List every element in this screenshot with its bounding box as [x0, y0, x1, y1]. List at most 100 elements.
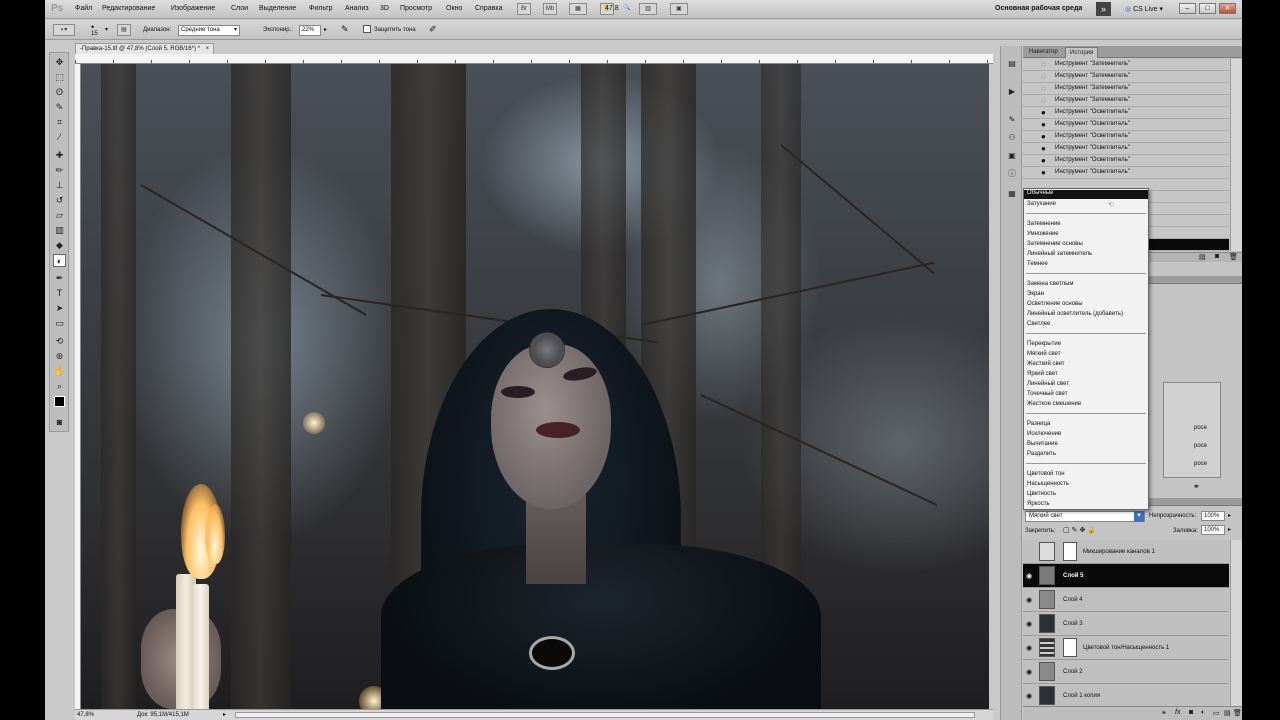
blur-tool-icon[interactable]: ◆: [53, 239, 66, 252]
document-close-icon[interactable]: ×: [206, 46, 210, 52]
menu-3d[interactable]: 3D: [380, 5, 389, 12]
menu-layers[interactable]: Слои: [231, 5, 248, 12]
new-layer-icon[interactable]: ▤: [1224, 709, 1231, 717]
menu-view[interactable]: Просмотр: [400, 5, 432, 12]
blend-mode-select[interactable]: Мягкий свет ▾: [1025, 511, 1145, 522]
blend-option[interactable]: Темнее: [1027, 261, 1048, 267]
history-step[interactable]: ● Инструмент "Осветлитель": [1023, 119, 1229, 131]
brush-dropdown-icon[interactable]: ▾: [105, 26, 108, 33]
blend-option[interactable]: Жесткое смешение: [1027, 401, 1081, 407]
opacity-input[interactable]: 100%: [1201, 511, 1225, 521]
blend-option[interactable]: Яркость: [1027, 501, 1050, 507]
extras-icon[interactable]: ▦: [569, 3, 587, 15]
blend-option[interactable]: Разница: [1027, 421, 1050, 427]
bridge-icon[interactable]: Br: [517, 3, 531, 15]
zoom-icon[interactable]: 🔍: [620, 3, 634, 15]
history-brush-tool-icon[interactable]: ↺: [53, 194, 66, 207]
menu-filter[interactable]: Фильтр: [309, 5, 333, 12]
blend-option[interactable]: Мягкий свет: [1027, 351, 1060, 357]
gradient-tool-icon[interactable]: ▥: [53, 224, 66, 237]
eye-icon[interactable]: ◉: [1026, 572, 1032, 580]
dodge-tool-icon[interactable]: ◐: [53, 254, 66, 267]
blend-option[interactable]: Линейный свет: [1027, 381, 1069, 387]
quick-mask-icon[interactable]: ◙: [53, 416, 66, 429]
adjustments-preset-list[interactable]: росе росе росе: [1163, 382, 1221, 478]
history-step[interactable]: ◌ Инструмент "Затемнитель": [1023, 71, 1229, 83]
fill-slider-icon[interactable]: ▸: [1228, 526, 1231, 533]
blend-option[interactable]: Линейный затемнитель: [1027, 251, 1092, 257]
blend-option[interactable]: Затемнение основы: [1027, 241, 1083, 247]
workspace-more-button[interactable]: »: [1096, 2, 1111, 16]
type-tool-icon[interactable]: T: [53, 287, 66, 300]
blend-option[interactable]: Точечный свет: [1027, 391, 1067, 397]
layer-row[interactable]: ◉ Микширование каналов 1: [1023, 540, 1229, 564]
blend-option[interactable]: Исключение: [1027, 431, 1061, 437]
range-select[interactable]: Средние тона ▾: [178, 25, 240, 36]
exposure-slider-icon[interactable]: ▸: [324, 26, 327, 33]
quick-select-tool-icon[interactable]: ✎: [53, 101, 66, 114]
adjustment-icon[interactable]: ◐: [1201, 709, 1205, 716]
trash-icon[interactable]: 🗑: [1229, 253, 1238, 261]
crop-tool-icon[interactable]: ⌗: [53, 116, 66, 129]
fill-input[interactable]: 100%: [1201, 525, 1225, 535]
airbrush-icon[interactable]: ✎: [341, 24, 349, 35]
move-tool-icon[interactable]: ✥: [53, 56, 66, 69]
link-icon[interactable]: ⚭: [1161, 709, 1167, 717]
menu-analysis[interactable]: Анализ: [345, 5, 369, 12]
brush-presets-icon[interactable]: ✎: [1006, 114, 1018, 125]
history-step[interactable]: ◌ Инструмент "Затемнитель": [1023, 95, 1229, 107]
eraser-tool-icon[interactable]: ▱: [53, 209, 66, 222]
zoom-tool-icon[interactable]: ⌕: [53, 380, 66, 393]
tool-presets-icon[interactable]: ▣: [1006, 150, 1018, 161]
blend-option[interactable]: Цветовой тон: [1027, 471, 1065, 477]
blend-option[interactable]: Вычитание: [1027, 441, 1058, 447]
actions-panel-icon[interactable]: ▶: [1006, 86, 1018, 97]
blend-option-normal[interactable]: Обычные: [1024, 190, 1148, 199]
history-step[interactable]: ◌ Инструмент "Затемнитель": [1023, 59, 1229, 71]
history-step[interactable]: ● Инструмент "Осветлитель": [1023, 131, 1229, 143]
blend-option[interactable]: Экран: [1027, 291, 1044, 297]
close-button[interactable]: ✕: [1219, 3, 1236, 14]
workspace-label[interactable]: Основная рабочая среда: [995, 5, 1082, 12]
brush-tool-icon[interactable]: ✏: [53, 164, 66, 177]
fx-icon[interactable]: fx: [1175, 709, 1180, 716]
history-step[interactable]: ● Инструмент "Осветлитель": [1023, 143, 1229, 155]
history-step[interactable]: ● Инструмент "Осветлитель": [1023, 107, 1229, 119]
trash-icon[interactable]: 🗑: [1233, 709, 1242, 717]
hand-tool-icon[interactable]: ✋: [53, 365, 66, 378]
clone-source-icon[interactable]: ⚇: [1006, 132, 1018, 143]
history-scrollbar[interactable]: [1230, 59, 1242, 251]
snapshot-icon[interactable]: ◙: [1215, 253, 1219, 260]
blend-option[interactable]: Затухание: [1027, 201, 1056, 207]
layer-row[interactable]: ◉ Слой 3: [1023, 612, 1229, 636]
eye-icon[interactable]: ◉: [1026, 668, 1032, 676]
layer-row[interactable]: ◉ Слой 4: [1023, 588, 1229, 612]
exposure-input[interactable]: 22%: [299, 25, 321, 36]
zoom-level-field[interactable]: 47,8: [605, 5, 619, 12]
shape-tool-icon[interactable]: ▭: [53, 317, 66, 330]
visibility-toggle-off[interactable]: ◉: [1026, 548, 1032, 556]
eyedropper-tool-icon[interactable]: ⁄: [53, 131, 66, 144]
lasso-tool-icon[interactable]: ʘ: [53, 86, 66, 99]
opacity-slider-icon[interactable]: ▸: [1228, 512, 1231, 519]
layer-row[interactable]: ◉ Цветовой тон/Насыщенность 1: [1023, 636, 1229, 660]
eye-icon[interactable]: ◉: [1026, 620, 1032, 628]
eye-icon[interactable]: ◉: [1026, 692, 1032, 700]
healing-tool-icon[interactable]: ✚: [53, 149, 66, 162]
info-panel-icon[interactable]: ⓘ: [1006, 168, 1018, 179]
blend-option[interactable]: Яркий свет: [1027, 371, 1058, 377]
layer-row[interactable]: ◉ Слой 2: [1023, 660, 1229, 684]
layer-row-selected[interactable]: ◉ Слой 5: [1023, 564, 1229, 588]
blend-option[interactable]: Светлее: [1027, 321, 1050, 327]
layers-scrollbar[interactable]: [1230, 540, 1242, 706]
ruler-horizontal[interactable]: [75, 54, 993, 64]
brush-panel-icon[interactable]: ▤: [117, 24, 131, 36]
menu-window[interactable]: Окно: [446, 5, 462, 12]
tab-navigator[interactable]: Навигатор: [1025, 47, 1062, 58]
blend-option[interactable]: Насыщенность: [1027, 481, 1069, 487]
menu-select[interactable]: Выделение: [259, 5, 296, 12]
menu-edit[interactable]: Редактирование: [102, 5, 155, 12]
tool-preset-icon[interactable]: ◐▾: [53, 24, 75, 36]
eye-icon[interactable]: ◉: [1026, 596, 1032, 604]
mask-icon[interactable]: ◙: [1189, 709, 1193, 716]
